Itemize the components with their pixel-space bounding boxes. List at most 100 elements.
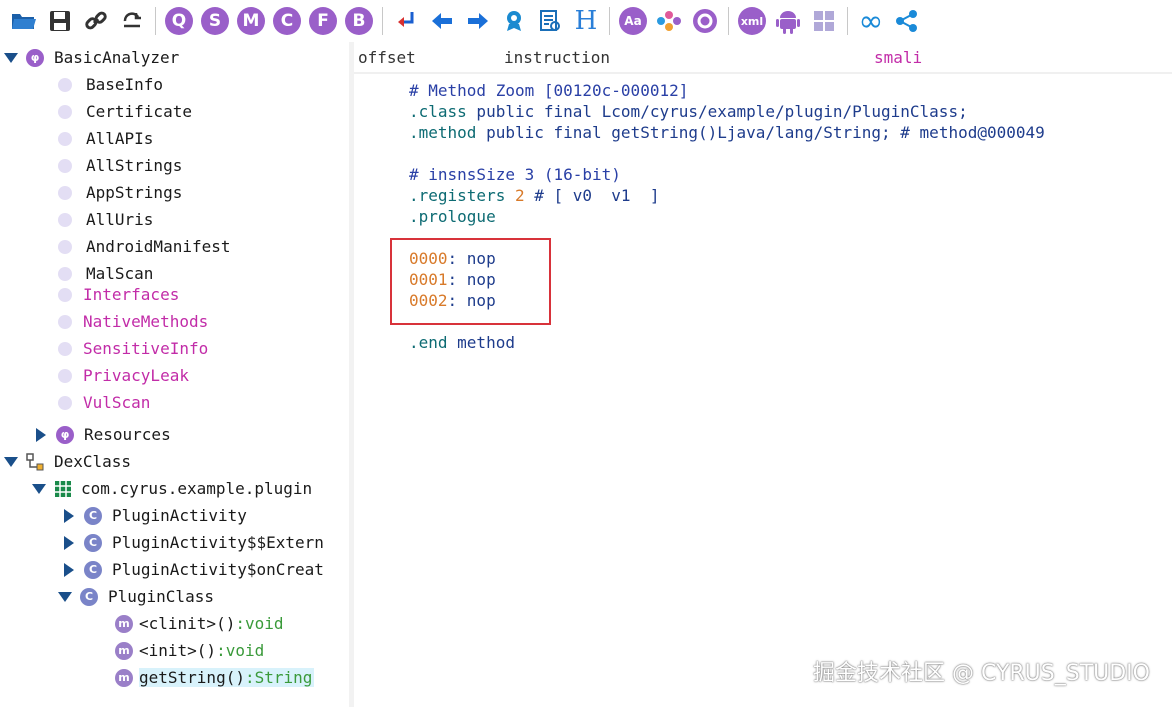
windows-icon[interactable]: [809, 6, 839, 36]
search-b-button[interactable]: B: [344, 6, 374, 36]
code-line-class: .class public final Lcom/cyrus/example/p…: [409, 101, 968, 122]
tree-node-label: PluginActivity$$Extern: [112, 533, 324, 552]
expanded-arrow-icon[interactable]: [58, 590, 72, 604]
back-icon[interactable]: [427, 6, 457, 36]
code-panel[interactable]: offset instruction smali # Method Zoom […: [354, 42, 1172, 707]
code-line-registers: .registers 2 # [ v0 v1 ]: [409, 185, 659, 206]
tree-node-method-clinit[interactable]: m <clinit>():void: [115, 610, 284, 637]
column-header-offset[interactable]: offset: [354, 42, 491, 72]
open-folder-icon[interactable]: [9, 6, 39, 36]
tree-item-allstrings[interactable]: AllStrings: [58, 152, 182, 179]
tree-item-label: AllAPIs: [86, 129, 154, 148]
tree-item-label: PrivacyLeak: [83, 366, 189, 385]
tree-node-label: PluginActivity$onCreat: [112, 560, 324, 579]
bullet-icon: [58, 77, 72, 92]
method-icon: m: [115, 668, 133, 687]
tree-node-method-init[interactable]: m <init>():void: [115, 637, 264, 664]
code-text: # [ v0 v1 ]: [524, 186, 660, 205]
infinity-icon[interactable]: ∞: [856, 4, 886, 39]
tree-item-interfaces[interactable]: Interfaces: [58, 281, 179, 308]
hierarchy-icon: [26, 452, 46, 471]
tree-panel[interactable]: φ BasicAnalyzer BaseInfo Certificate All…: [0, 42, 349, 707]
tree-node-method-getstring[interactable]: m getString():String: [115, 664, 315, 691]
android-icon[interactable]: [773, 6, 803, 36]
tree-item-allapis[interactable]: AllAPIs: [58, 125, 153, 152]
code-text: public final Lcom/cyrus/example/plugin/P…: [466, 102, 968, 121]
method-name: <clinit>(): [139, 614, 236, 633]
search-s-button[interactable]: S: [200, 6, 230, 36]
tree-node-class-pluginactivity[interactable]: C PluginActivity: [62, 502, 247, 529]
tree-node-resources[interactable]: φ Resources: [34, 421, 171, 448]
method-icon: m: [115, 641, 133, 660]
tree-item-certificate[interactable]: Certificate: [58, 98, 192, 125]
search-c-button[interactable]: C: [272, 6, 302, 36]
search-f-button[interactable]: F: [308, 6, 338, 36]
toolbar-separator: [155, 7, 156, 35]
tree-item-sensitiveinfo[interactable]: SensitiveInfo: [58, 335, 208, 362]
collapsed-arrow-icon[interactable]: [34, 427, 48, 442]
tree-node-class-pluginactivity-oncreat[interactable]: C PluginActivity$onCreat: [62, 556, 324, 583]
circle-c-icon: C: [273, 7, 301, 35]
bullet-icon: [58, 287, 72, 302]
tree-node-package[interactable]: com.cyrus.example.plugin: [32, 475, 312, 502]
circle-s-icon: S: [201, 7, 229, 35]
search-m-button[interactable]: M: [236, 6, 266, 36]
graph-icon[interactable]: [654, 6, 684, 36]
class-icon: C: [84, 533, 102, 552]
tree-item-androidmanifest[interactable]: AndroidManifest: [58, 233, 231, 260]
collapsed-arrow-icon[interactable]: [62, 508, 76, 523]
tree-node-label: PluginActivity: [112, 506, 247, 525]
bullet-icon: [58, 185, 72, 200]
report-icon[interactable]: [535, 6, 565, 36]
expanded-arrow-icon[interactable]: [32, 482, 46, 496]
class-icon: C: [80, 587, 98, 606]
collapsed-arrow-icon[interactable]: [62, 535, 76, 550]
tree-node-basicanalyzer[interactable]: φ BasicAnalyzer: [4, 44, 179, 71]
resources-icon: φ: [56, 425, 74, 444]
package-icon: [54, 480, 72, 498]
share-icon[interactable]: [892, 6, 922, 36]
tree-node-label: DexClass: [54, 452, 132, 471]
tree-item-baseinfo[interactable]: BaseInfo: [58, 71, 163, 98]
search-q-button[interactable]: Q: [164, 6, 194, 36]
tree-item-label: AllUris: [86, 210, 154, 229]
bullet-icon: [58, 266, 72, 281]
tree-item-label: SensitiveInfo: [83, 339, 209, 358]
expanded-arrow-icon[interactable]: [4, 51, 18, 65]
font-icon[interactable]: Aa: [618, 6, 648, 36]
code-line-end-method: .end method: [409, 332, 515, 353]
class-icon: C: [84, 506, 102, 525]
collapsed-arrow-icon[interactable]: [62, 562, 76, 577]
code-line-method: .method public final getString()Ljava/la…: [409, 122, 1045, 143]
badge-icon[interactable]: [499, 6, 529, 36]
toolbar-separator: [609, 7, 610, 35]
directive: .registers: [409, 186, 506, 205]
tree-item-privacyleak[interactable]: PrivacyLeak: [58, 362, 189, 389]
expanded-arrow-icon[interactable]: [4, 455, 18, 469]
tree-item-nativemethods[interactable]: NativeMethods: [58, 308, 208, 335]
jump-icon[interactable]: [391, 6, 421, 36]
tree-item-alluris[interactable]: AllUris: [58, 206, 153, 233]
header-divider: [354, 72, 1172, 74]
directive: .prologue: [409, 207, 496, 226]
tree-node-class-pluginactivity-extern[interactable]: C PluginActivity$$Extern: [62, 529, 324, 556]
tree-item-vulscan[interactable]: VulScan: [58, 389, 150, 416]
highlight-box: [390, 238, 551, 325]
tree-item-label: AllStrings: [86, 156, 183, 175]
tree-node-class-pluginclass[interactable]: C PluginClass: [58, 583, 214, 610]
forward-icon[interactable]: [463, 6, 493, 36]
bullet-icon: [58, 368, 72, 383]
tree-item-appstrings[interactable]: AppStrings: [58, 179, 182, 206]
code-line-prologue: .prologue: [409, 206, 496, 227]
column-header-smali[interactable]: smali: [870, 42, 1172, 72]
refresh-icon[interactable]: [117, 6, 147, 36]
link-icon[interactable]: [81, 6, 111, 36]
save-icon[interactable]: [45, 6, 75, 36]
tree-node-dexclass[interactable]: DexClass: [4, 448, 131, 475]
tree-item-label: AppStrings: [86, 183, 183, 202]
hex-icon[interactable]: H: [571, 6, 601, 36]
bullet-icon: [58, 212, 72, 227]
column-header-instruction[interactable]: instruction: [500, 42, 864, 72]
settings-icon[interactable]: [690, 6, 720, 36]
xml-icon[interactable]: xml: [737, 6, 767, 36]
